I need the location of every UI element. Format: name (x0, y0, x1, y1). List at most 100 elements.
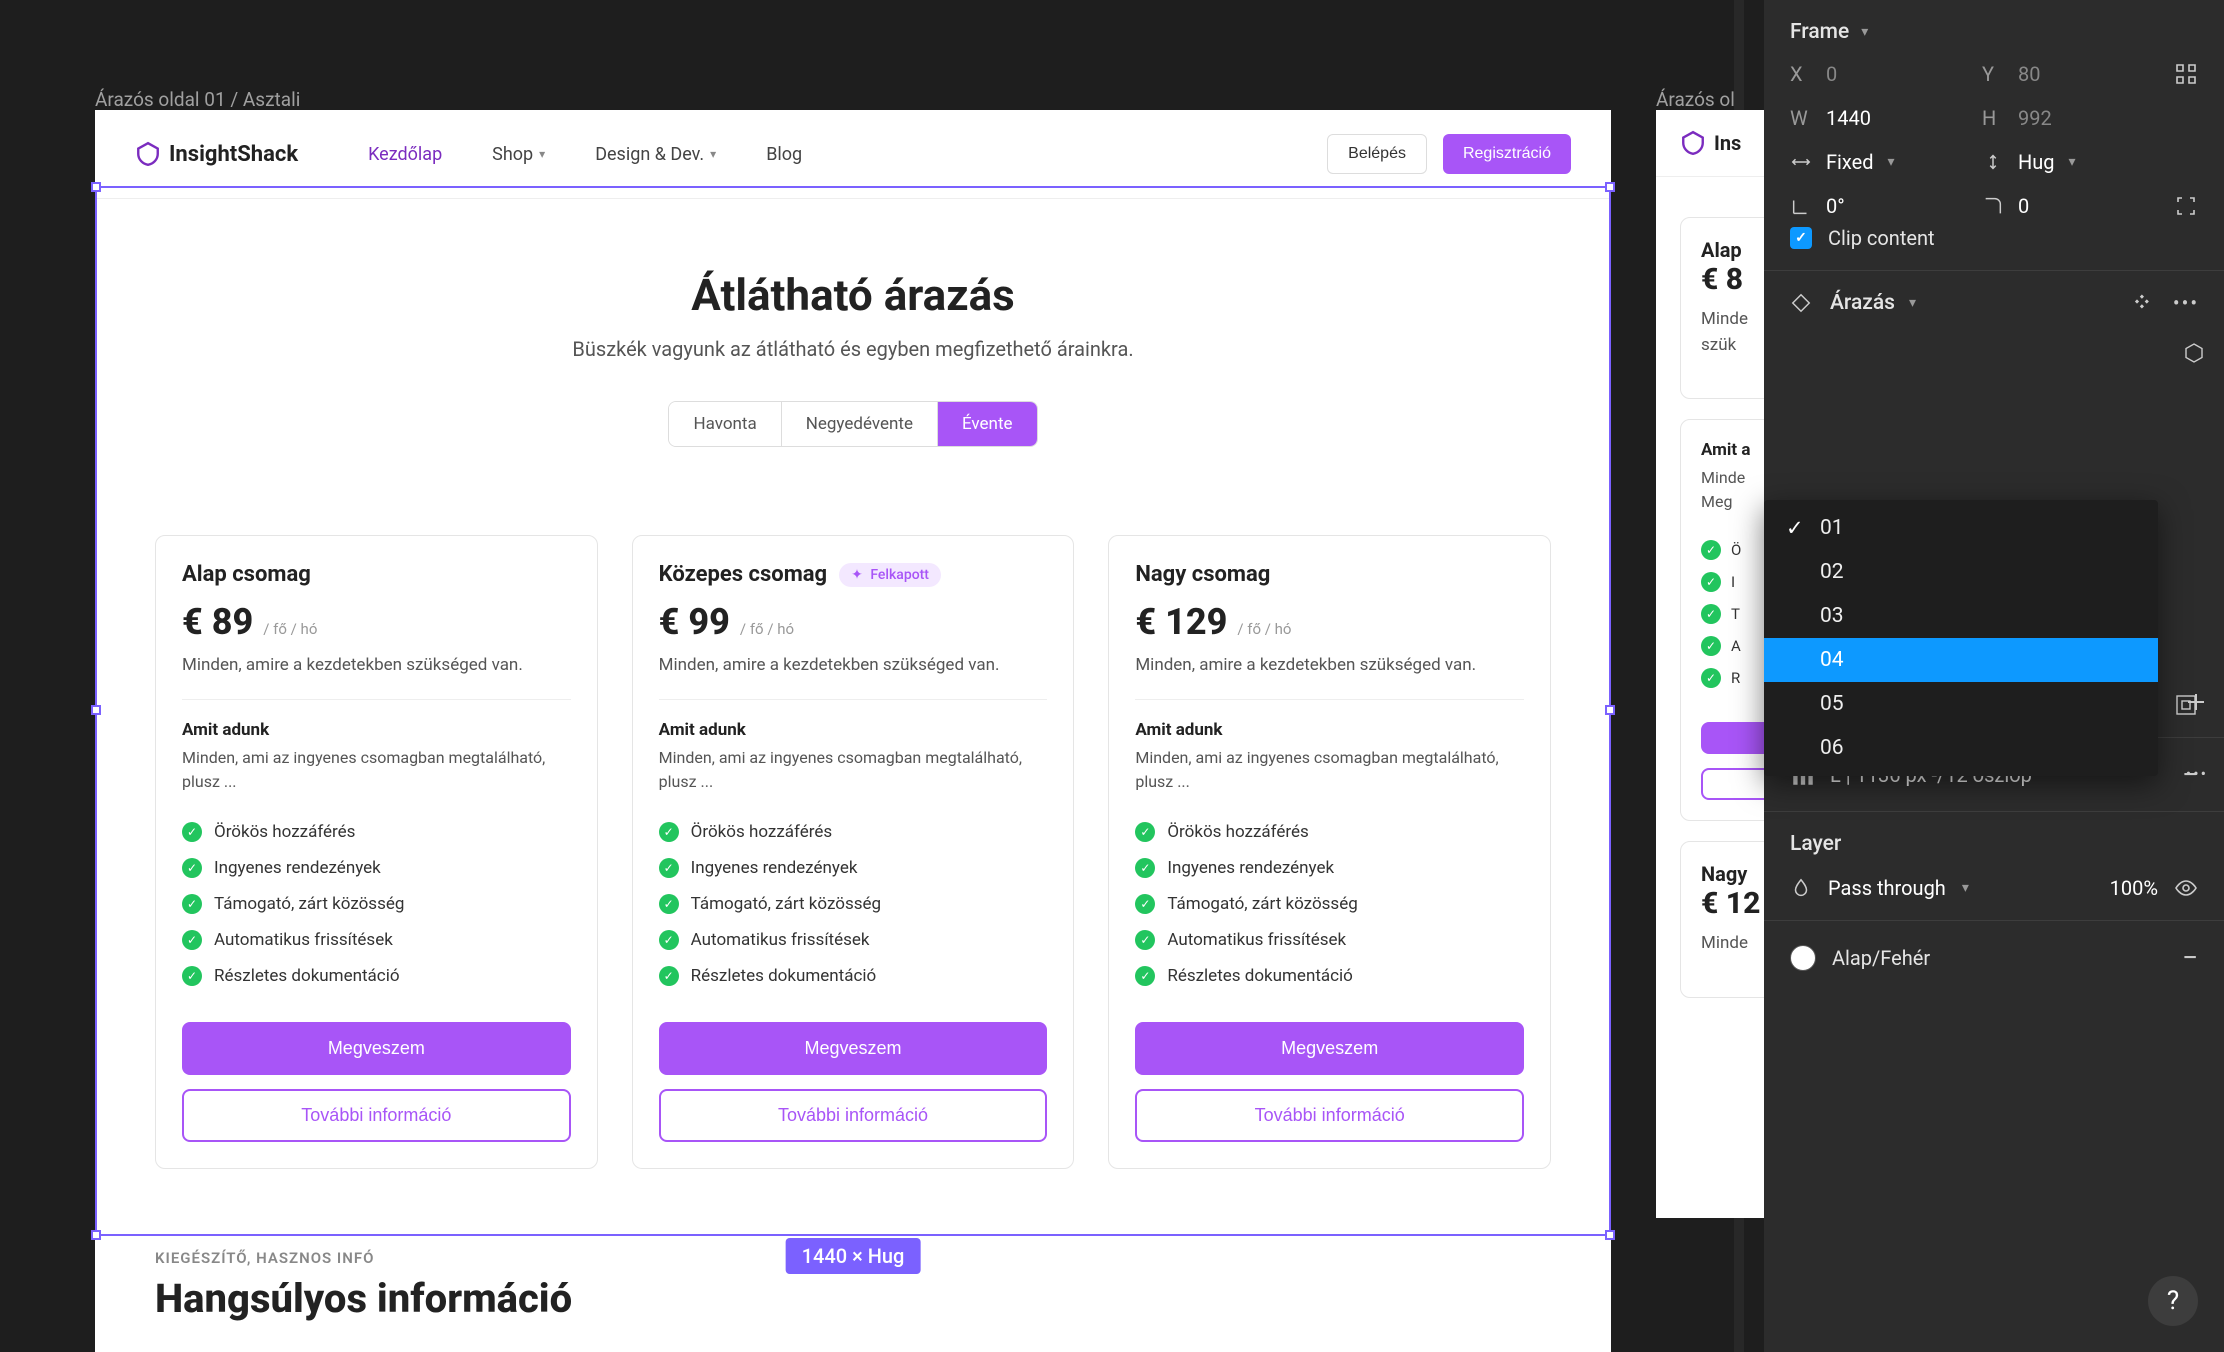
peek-feature-label: A (1731, 637, 1741, 655)
nav-shop[interactable]: Shop ▾ (492, 144, 545, 165)
dropdown-item-03[interactable]: 03 (1764, 594, 2158, 638)
vertical-resize-icon (1982, 151, 2004, 173)
section-title-arazas[interactable]: Árazás (1830, 291, 1895, 315)
constrain-icon[interactable] (2174, 106, 2198, 130)
feature-label: Örökös hozzáférés (691, 822, 832, 842)
variants-icon[interactable] (2130, 291, 2154, 315)
peek-more-button[interactable] (1701, 768, 1764, 800)
diamond-icon[interactable] (1790, 292, 1812, 314)
vert-resize-field[interactable]: Hug ▾ (1982, 150, 2156, 174)
more-info-button[interactable]: További információ (182, 1089, 571, 1142)
help-button[interactable]: ? (2148, 1276, 2198, 1326)
corner-field[interactable]: 0 (1982, 194, 2156, 218)
design-frame-main[interactable]: InsightShack Kezdőlap Shop ▾ Design & De… (95, 110, 1611, 1352)
check-icon: ✓ (1701, 572, 1721, 592)
dropdown-item-04[interactable]: 04 (1764, 638, 2158, 682)
peek-pricing: Alap € 8 Mindeszük Amit a MindeMeg ✓Ö ✓I… (1656, 177, 1764, 998)
chevron-down-icon: ▾ (2069, 154, 2076, 170)
peek-card-nagy[interactable]: Nagy € 12 Minde (1680, 841, 1764, 998)
billing-toggle-group: Havonta Negyedévente Évente (668, 401, 1037, 447)
x-field[interactable]: X0 (1790, 62, 1964, 86)
clip-checkbox[interactable]: ✓ (1790, 227, 1812, 249)
check-icon: ✓ (1701, 604, 1721, 624)
check-icon: ✓ (1701, 668, 1721, 688)
toggle-yearly[interactable]: Évente (937, 402, 1037, 446)
features-subdesc: Minden, ami az ingyenes csomagban megtal… (1135, 746, 1524, 794)
more-info-button[interactable]: További információ (659, 1089, 1048, 1142)
w-field[interactable]: W1440 (1790, 106, 1964, 130)
nav-shop-label: Shop (492, 144, 533, 165)
toggle-quarterly[interactable]: Negyedévente (781, 402, 937, 446)
fill-name[interactable]: Alap/Fehér (1832, 946, 1930, 970)
dropdown-item-02[interactable]: 02 (1764, 550, 2158, 594)
y-field[interactable]: Y80 (1982, 62, 2156, 86)
dropdown-item-01[interactable]: 01 (1764, 506, 2158, 550)
more-info-button[interactable]: További információ (1135, 1089, 1524, 1142)
register-button[interactable]: Regisztráció (1443, 134, 1571, 174)
independent-corners-icon[interactable] (2174, 194, 2198, 218)
component-badge-icon[interactable] (2182, 341, 2206, 365)
section-title-frame[interactable]: Frame (1790, 20, 1849, 44)
feature-list: ✓ Örökös hozzáférés ✓Ingyenes rendezények… (659, 814, 1048, 994)
nav-design[interactable]: Design & Dev. ▾ (595, 144, 716, 165)
peek-desc: Mindeszük (1701, 307, 1764, 358)
more-icon[interactable]: ••• (2186, 764, 2208, 783)
buy-button[interactable]: Megveszem (182, 1022, 571, 1075)
peek-card-alap[interactable]: Alap € 8 Mindeszük (1680, 217, 1764, 399)
pricing-subtitle: Büszkék vagyunk az átlátható és egyben m… (155, 337, 1551, 361)
chevron-down-icon: ▾ (710, 147, 716, 161)
horizontal-resize-icon (1790, 151, 1812, 173)
check-icon: ✓ (659, 894, 679, 914)
fill-swatch[interactable] (1790, 945, 1816, 971)
plan-card-mid[interactable]: Közepes csomag ✦ Felkapott € 99 / fő / h… (632, 535, 1075, 1169)
horiz-resize-field[interactable]: Fixed ▾ (1790, 150, 1964, 174)
opacity-value[interactable]: 100% (2110, 876, 2158, 900)
peek-plan-name: Alap (1701, 238, 1764, 262)
nav-home[interactable]: Kezdőlap (368, 144, 442, 165)
toggle-monthly[interactable]: Havonta (669, 402, 780, 446)
peek-buy-button[interactable] (1701, 722, 1764, 754)
rotation-field[interactable]: 0° (1790, 194, 1964, 218)
feature-label: Ingyenes rendezények (214, 858, 381, 878)
logo-icon (1680, 130, 1706, 156)
dropdown-item-06[interactable]: 06 (1764, 726, 2158, 770)
dropdown-item-05[interactable]: 05 (1764, 682, 2158, 726)
h-field[interactable]: H992 (1982, 106, 2156, 130)
check-icon: ✓ (659, 930, 679, 950)
peek-feature: ✓Ö (1701, 534, 1764, 566)
login-button[interactable]: Belépés (1327, 134, 1427, 174)
check-icon: ✓ (182, 930, 202, 950)
add-property-icon[interactable] (2184, 690, 2208, 714)
frame-label-2[interactable]: Árazós ol (1656, 88, 1735, 111)
buy-button[interactable]: Megveszem (659, 1022, 1048, 1075)
plan-card-big[interactable]: Nagy csomag € 129 / fő / hó Minden, amir… (1108, 535, 1551, 1169)
chevron-down-icon[interactable]: ▾ (1962, 880, 1969, 896)
nav-blog[interactable]: Blog (766, 144, 802, 165)
remove-fill-button[interactable]: − (2182, 941, 2198, 974)
peek-card-amit[interactable]: Amit a MindeMeg ✓Ö ✓I ✓T ✓A ✓R (1680, 419, 1764, 821)
feature-item: ✓Automatikus frissítések (1135, 922, 1524, 958)
badge-label: Felkapott (870, 567, 929, 583)
chevron-down-icon[interactable]: ▾ (1909, 295, 1916, 311)
site-logo[interactable]: InsightShack (135, 141, 298, 167)
clip-content-row[interactable]: ✓ Clip content (1790, 226, 2198, 250)
feature-item: ✓Örökös hozzáférés (182, 814, 571, 850)
visibility-icon[interactable] (2174, 876, 2198, 900)
buy-button[interactable]: Megveszem (1135, 1022, 1524, 1075)
check-icon: ✓ (1135, 930, 1155, 950)
blend-mode-value[interactable]: Pass through (1828, 876, 1946, 900)
blend-icon[interactable] (1790, 877, 1812, 899)
design-frame-secondary[interactable]: Ins Alap € 8 Mindeszük Amit a MindeMeg ✓… (1656, 110, 1764, 1218)
popular-badge: ✦ Felkapott (839, 563, 941, 587)
plan-desc: Minden, amire a kezdetekben szükséged va… (182, 653, 571, 679)
variant-dropdown: 01 02 03 04 05 06 (1764, 500, 2158, 776)
design-canvas[interactable]: Árazós oldal 01 / Asztali Árazós ol Insi… (0, 0, 1764, 1352)
align-icon[interactable] (2174, 62, 2198, 86)
more-icon[interactable]: ••• (2174, 291, 2198, 315)
frame-label-1[interactable]: Árazós oldal 01 / Asztali (95, 88, 300, 111)
chevron-down-icon[interactable]: ▾ (1861, 24, 1868, 40)
feature-item: ✓Ingyenes rendezények (659, 850, 1048, 886)
corner-value: 0 (2018, 194, 2029, 218)
plan-card-basic[interactable]: Alap csomag € 89 / fő / hó Minden, amire… (155, 535, 598, 1169)
feature-item: ✓Ingyenes rendezények (182, 850, 571, 886)
